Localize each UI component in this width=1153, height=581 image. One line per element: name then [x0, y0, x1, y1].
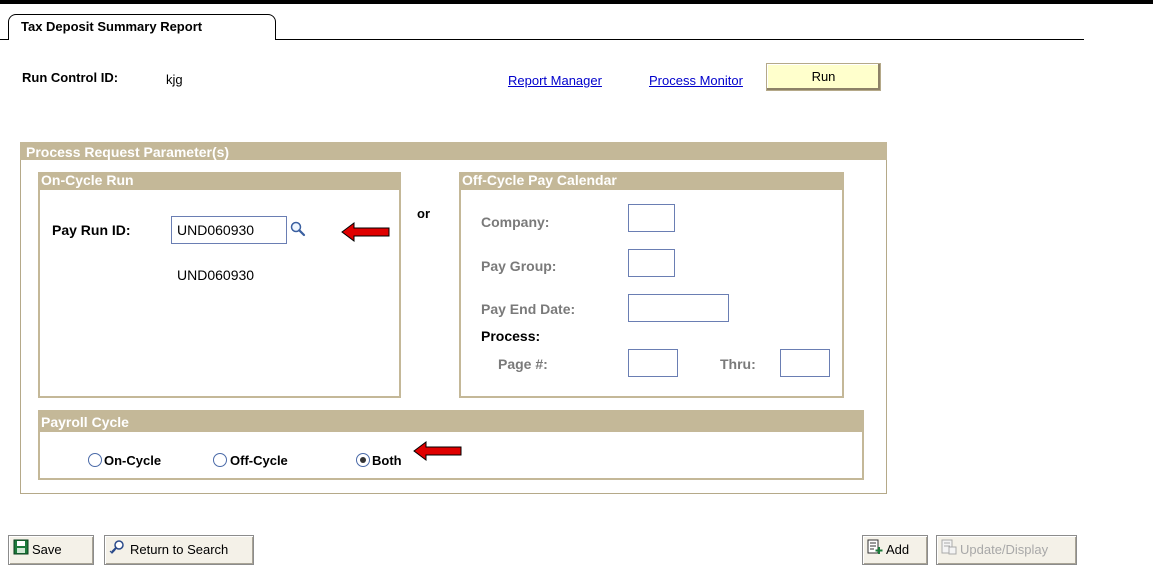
radio-selected-dot	[360, 457, 366, 463]
update-display-label: Update/Display	[960, 542, 1049, 557]
tab-tax-deposit-summary-report[interactable]: Tax Deposit Summary Report	[8, 14, 276, 40]
return-to-search-label: Return to Search	[130, 542, 229, 557]
radio-both[interactable]	[356, 453, 370, 467]
return-search-icon	[109, 537, 127, 565]
magnifier-icon[interactable]	[289, 220, 307, 238]
thru-input[interactable]	[780, 349, 830, 377]
pay-group-label: Pay Group:	[481, 258, 557, 274]
return-to-search-button[interactable]: Return to Search	[104, 535, 254, 565]
run-control-id-label: Run Control ID:	[22, 70, 119, 85]
process-request-header: Process Request Parameter(s)	[20, 142, 887, 160]
tab-label: Tax Deposit Summary Report	[21, 19, 203, 34]
radio-on-cycle-label[interactable]: On-Cycle	[104, 453, 161, 468]
on-cycle-run-group	[38, 172, 401, 398]
payroll-cycle-header: Payroll Cycle	[38, 410, 864, 432]
radio-both-circle[interactable]	[356, 453, 370, 467]
add-button[interactable]: Add	[862, 535, 928, 565]
or-label: or	[417, 206, 430, 221]
red-arrow-icon	[413, 441, 463, 464]
add-label: Add	[886, 542, 910, 557]
top-border	[0, 0, 1153, 4]
floppy-disk-icon	[13, 537, 29, 565]
thru-label: Thru:	[720, 356, 756, 372]
page-number-input[interactable]	[628, 349, 678, 377]
add-icon	[867, 537, 883, 565]
pay-run-id-description: UND060930	[177, 267, 255, 283]
company-input[interactable]	[628, 204, 675, 232]
radio-off-cycle[interactable]	[213, 453, 227, 467]
pay-run-id-label: Pay Run ID:	[52, 222, 131, 238]
radio-off-cycle-circle[interactable]	[213, 453, 227, 467]
run-button[interactable]: Run	[766, 63, 881, 91]
page-number-label: Page #:	[498, 356, 548, 372]
on-cycle-run-header: On-Cycle Run	[38, 172, 401, 190]
tab-underline-left	[0, 39, 8, 40]
radio-off-cycle-label[interactable]: Off-Cycle	[230, 453, 288, 468]
radio-on-cycle-circle[interactable]	[88, 453, 102, 467]
update-display-icon	[941, 537, 957, 565]
pay-end-date-label: Pay End Date:	[481, 301, 576, 317]
pay-end-date-input[interactable]	[628, 294, 729, 322]
radio-on-cycle[interactable]	[88, 453, 102, 467]
save-label: Save	[32, 542, 62, 557]
pay-group-input[interactable]	[628, 249, 675, 277]
pay-run-id-value: UND060930	[177, 222, 255, 238]
pay-run-id-input[interactable]: UND060930	[171, 216, 287, 244]
radio-both-label[interactable]: Both	[372, 453, 402, 468]
tab-underline	[276, 39, 1084, 40]
report-manager-link[interactable]: Report Manager	[508, 73, 602, 88]
run-control-id-value: kjg	[166, 72, 183, 87]
process-monitor-link[interactable]: Process Monitor	[649, 73, 743, 88]
save-button[interactable]: Save	[8, 535, 94, 565]
update-display-button[interactable]: Update/Display	[936, 535, 1077, 565]
process-label: Process:	[481, 328, 541, 344]
off-cycle-pay-calendar-header: Off-Cycle Pay Calendar	[459, 172, 844, 190]
company-label: Company:	[481, 214, 550, 230]
red-arrow-icon	[341, 222, 391, 245]
